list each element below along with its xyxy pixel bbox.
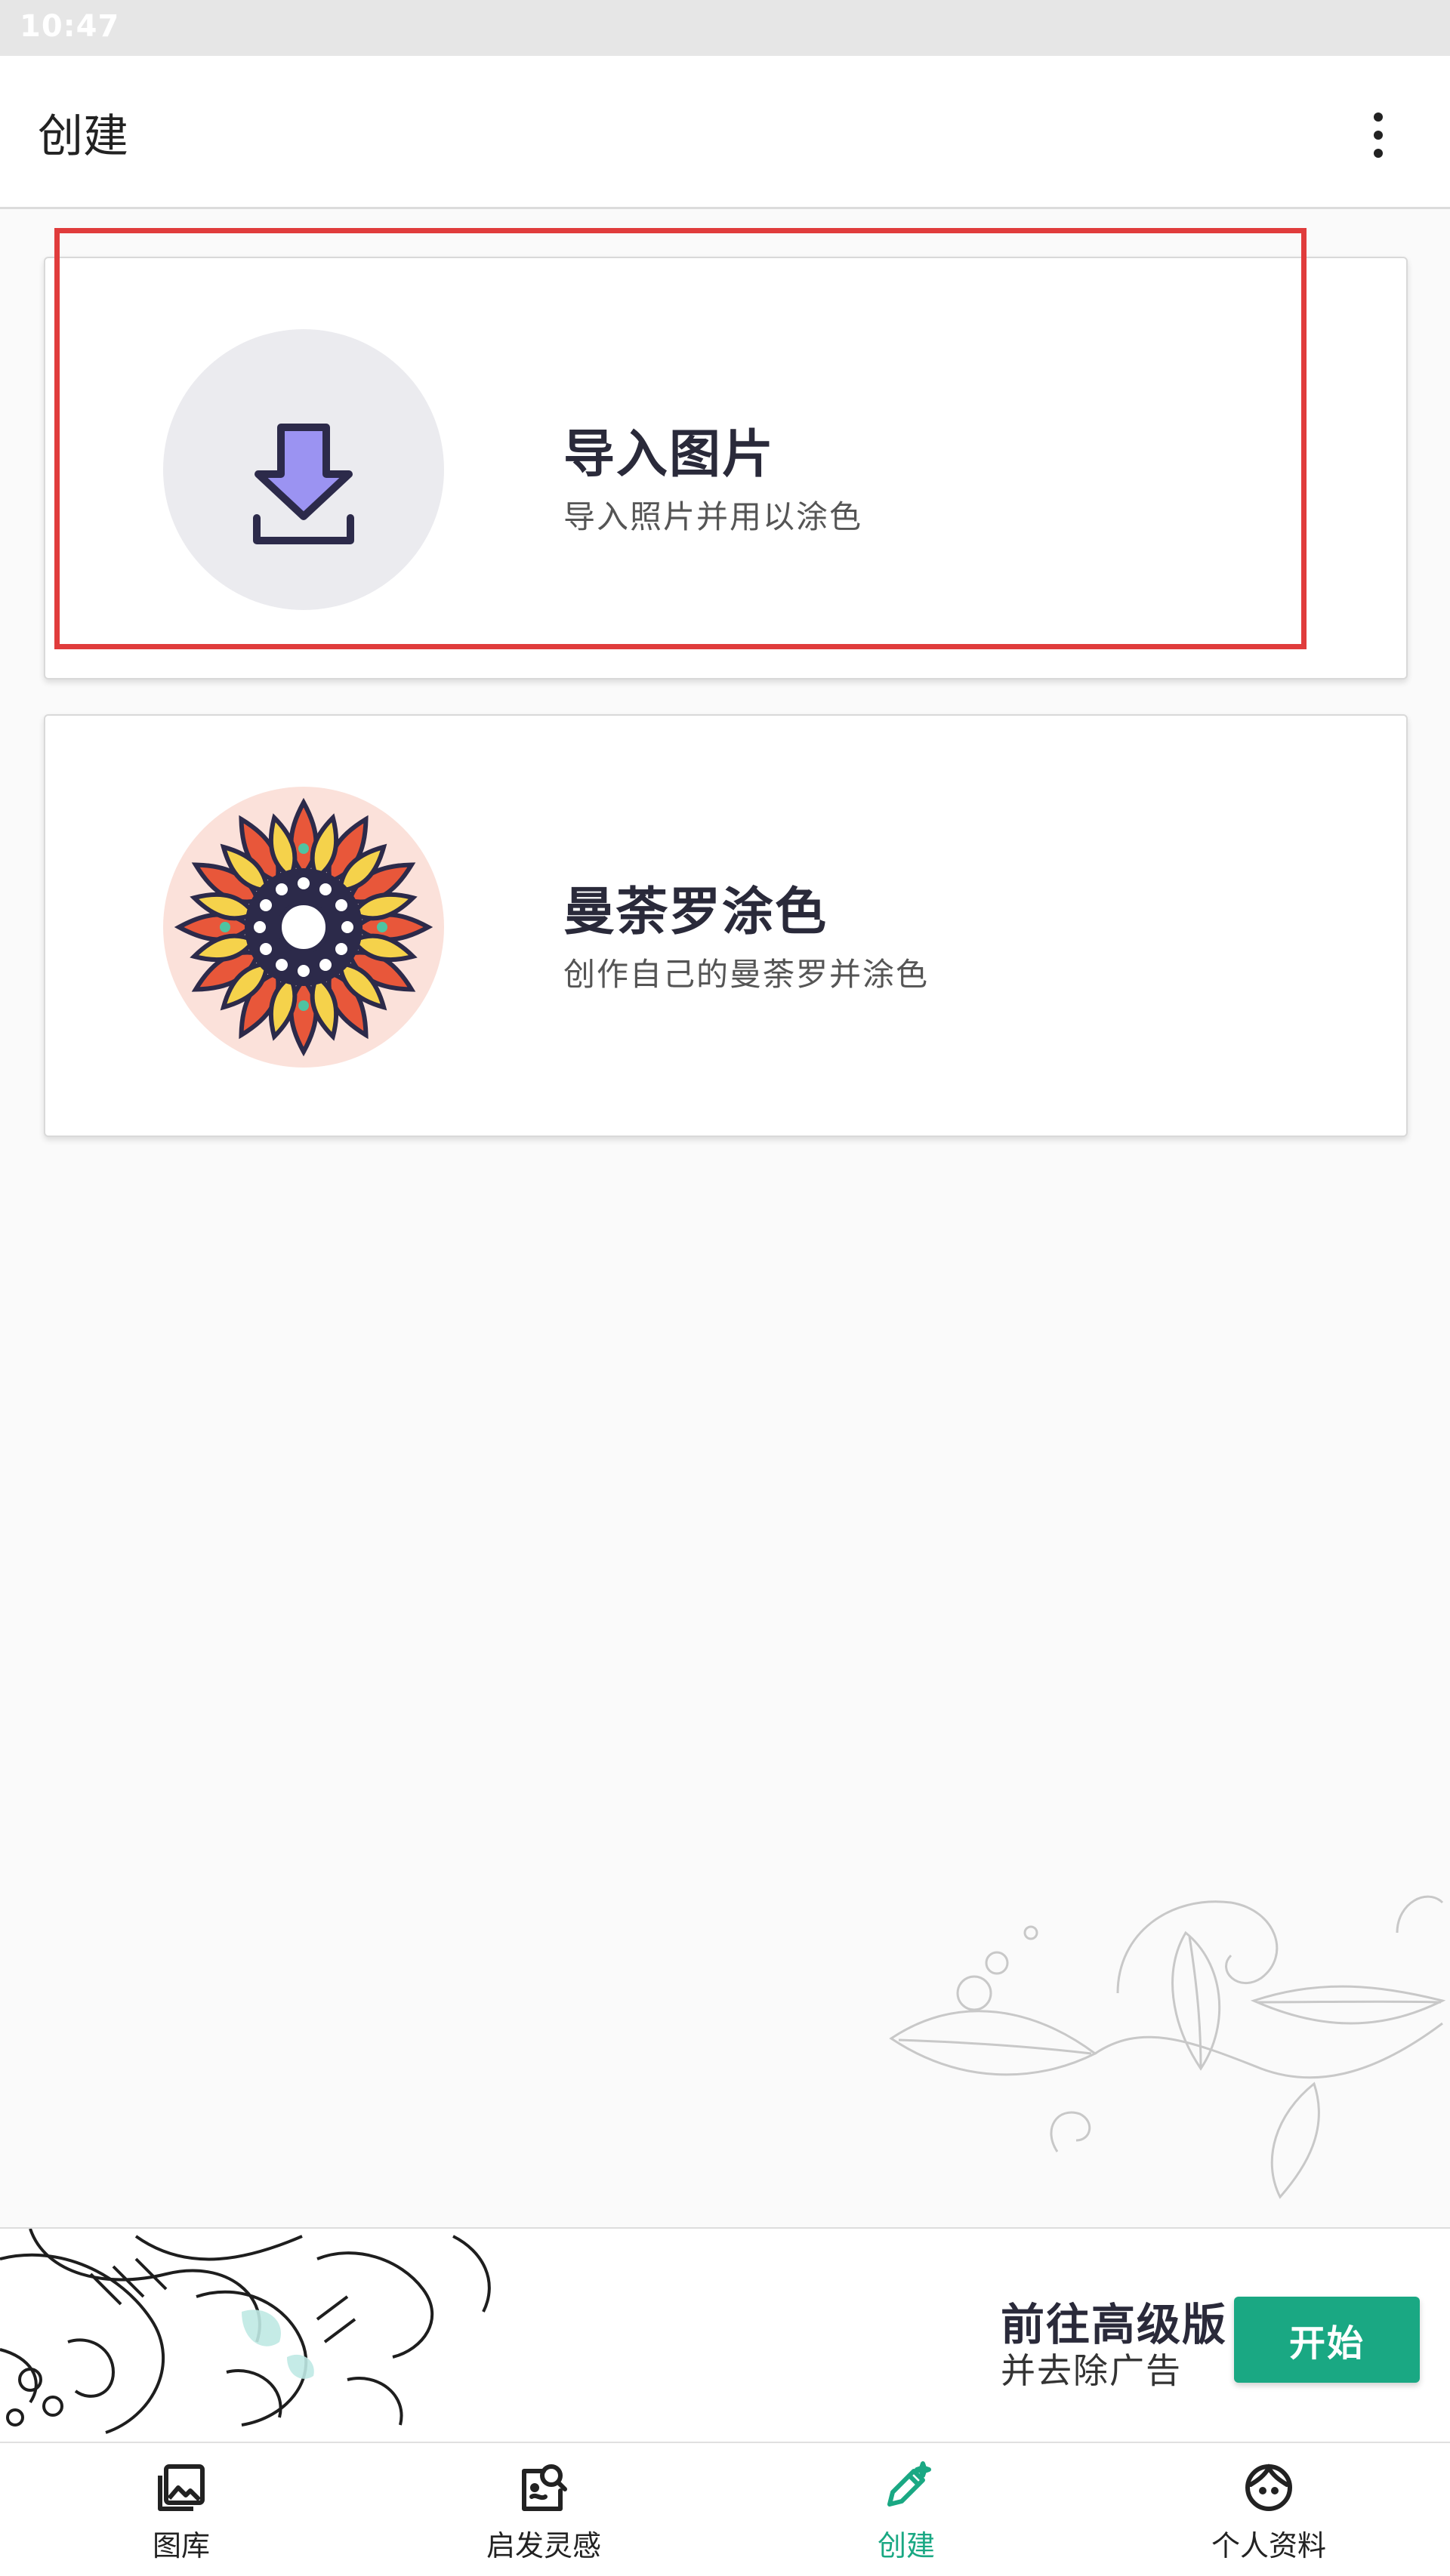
highlight-box (54, 228, 1307, 649)
mandala-icon (174, 797, 433, 1057)
nav-item-profile[interactable]: 个人资料 (1088, 2443, 1450, 2576)
inspiration-icon (522, 2464, 567, 2511)
app-bar: 创建 (0, 56, 1450, 209)
nav-item-inspiration[interactable]: 启发灵感 (362, 2443, 725, 2576)
nav-item-create[interactable]: 创建 (725, 2443, 1088, 2576)
nav-label-gallery: 图库 (152, 2528, 210, 2562)
banner-illustration (0, 2229, 544, 2443)
premium-banner[interactable]: 前往高级版 并去除广告 开始 (0, 2227, 1450, 2443)
bottom-nav: 图库 启发灵感 创建 个人资料 (0, 2442, 1450, 2576)
page-title: 创建 (38, 110, 128, 163)
gallery-icon (158, 2464, 205, 2511)
mandala-icon-circle (163, 787, 444, 1068)
more-dot (1374, 131, 1383, 140)
pencil-icon (887, 2460, 931, 2507)
status-time: 10:47 (20, 9, 120, 44)
nav-item-gallery[interactable]: 图库 (0, 2443, 362, 2576)
mandala-card[interactable]: 曼荼罗涂色 创作自己的曼荼罗并涂色 (44, 714, 1408, 1137)
more-dot (1374, 149, 1383, 158)
profile-icon (1245, 2463, 1292, 2511)
mandala-card-text: 曼荼罗涂色 创作自己的曼荼罗并涂色 (563, 870, 929, 995)
start-button[interactable]: 开始 (1234, 2297, 1420, 2383)
app-screen: 10:47 创建 导入图片 导入照片并用以涂色 曼荼罗涂色 创作自己的曼荼罗并涂… (0, 0, 1450, 2576)
nav-label-inspiration: 启发灵感 (486, 2528, 601, 2562)
more-dot (1374, 112, 1383, 122)
nav-label-create: 创建 (877, 2528, 935, 2562)
floral-decoration (889, 1895, 1446, 2199)
mandala-card-title: 曼荼罗涂色 (563, 883, 828, 942)
mandala-card-subtitle: 创作自己的曼荼罗并涂色 (563, 956, 930, 993)
status-bar: 10:47 (0, 0, 1450, 56)
promo-subtitle: 并去除广告 (1001, 2350, 1182, 2391)
more-vert-icon[interactable] (1352, 101, 1405, 169)
nav-label-profile: 个人资料 (1211, 2528, 1326, 2562)
